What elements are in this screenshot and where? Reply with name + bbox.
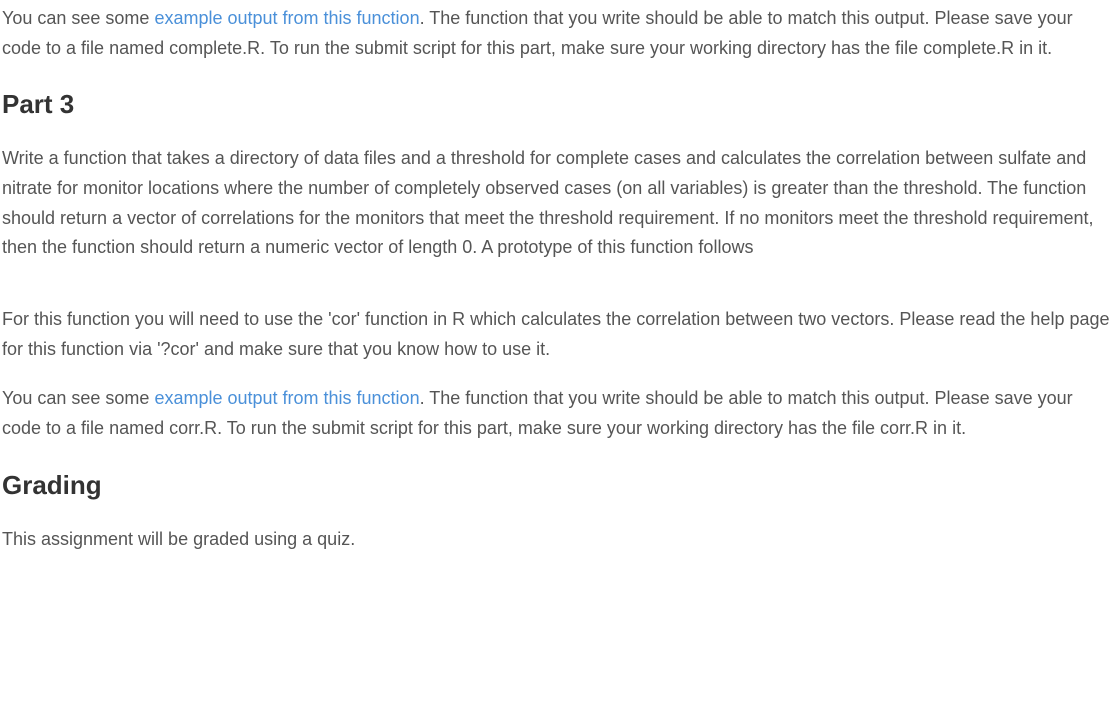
document-content: You can see some example output from thi… xyxy=(0,4,1115,554)
link-example-output-2[interactable]: example output from this function xyxy=(154,388,419,408)
heading-part-3: Part 3 xyxy=(2,83,1113,126)
text-prefix: You can see some xyxy=(2,388,154,408)
paragraph-complete-output: You can see some example output from thi… xyxy=(2,4,1113,63)
paragraph-part3-description: Write a function that takes a directory … xyxy=(2,144,1113,263)
heading-grading: Grading xyxy=(2,464,1113,507)
paragraph-corr-output: You can see some example output from thi… xyxy=(2,384,1113,443)
link-example-output-1[interactable]: example output from this function xyxy=(154,8,419,28)
spacer xyxy=(2,283,1113,305)
paragraph-grading: This assignment will be graded using a q… xyxy=(2,525,1113,555)
text-prefix: You can see some xyxy=(2,8,154,28)
paragraph-cor-hint: For this function you will need to use t… xyxy=(2,305,1113,364)
